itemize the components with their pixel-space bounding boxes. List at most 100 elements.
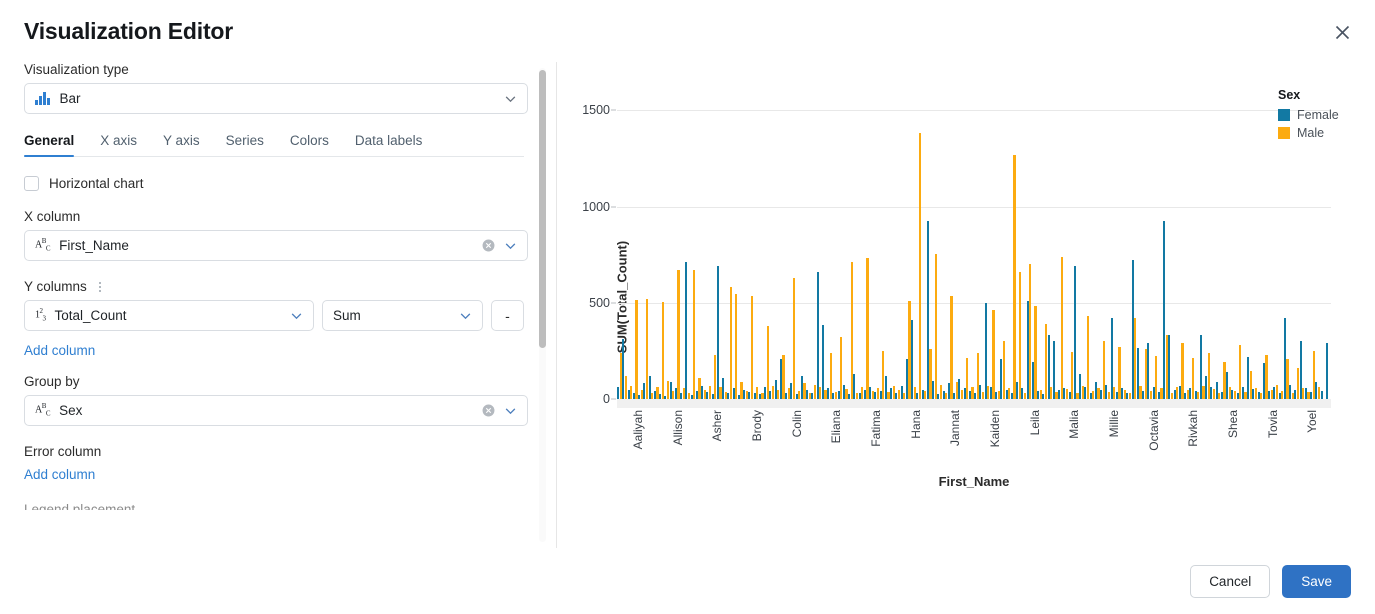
chart-bar[interactable] [992,310,994,400]
y-columns-drag-handle[interactable] [99,282,101,292]
horizontal-chart-checkbox[interactable] [24,176,39,191]
chart-bar[interactable] [693,270,695,399]
y-tick-mark [611,206,616,207]
remove-y-column-button[interactable]: - [491,300,524,331]
x-tick-label: Millie [1107,410,1121,437]
legend-label-male: Male [1297,126,1324,140]
chart-bar[interactable] [1053,341,1055,399]
chart-bar[interactable] [1061,257,1063,399]
legend-swatch-female [1278,109,1290,121]
chart-bar[interactable] [935,254,937,399]
chart-legend: Sex Female Male [1278,88,1339,144]
visualization-type-value: Bar [60,91,505,106]
group-by-value: Sex [59,403,482,418]
chart-bar[interactable] [717,266,719,399]
chart-bar[interactable] [1074,266,1076,399]
chart-bar[interactable] [822,325,824,399]
text-column-icon: ABC [35,403,50,417]
chevron-down-icon [504,239,517,252]
x-column-label: X column [24,209,524,224]
tab-y-axis[interactable]: Y axis [163,133,200,156]
y-columns-label: Y columns [24,279,87,294]
chart-bar[interactable] [817,272,819,399]
chart-bar[interactable] [793,278,795,399]
close-glyph [1335,25,1350,40]
chart-bar[interactable] [735,294,737,399]
chart-bar[interactable] [866,258,868,399]
chart-bar[interactable] [635,300,637,399]
chart-bar[interactable] [919,133,921,399]
add-error-column-link[interactable]: Add column [24,467,95,482]
x-tick-label: Tovia [1266,410,1280,438]
chart-bar[interactable] [1168,335,1170,399]
chart-bar[interactable] [677,270,679,399]
x-column-section: X column ABC First_Name [24,209,524,261]
clear-icon[interactable] [482,239,495,252]
x-tick-label: Jannat [948,410,962,446]
chart-bar[interactable] [685,262,687,399]
chart-bar[interactable] [1013,155,1015,399]
y-column-select[interactable]: 123 Total_Count [24,300,314,331]
y-tick-mark [611,302,616,303]
chart-bar[interactable] [1087,316,1089,399]
tab-general[interactable]: General [24,133,74,156]
chart-bar[interactable] [1019,272,1021,399]
x-tick-label: Yoel [1305,410,1319,433]
chart-bar[interactable] [662,302,664,399]
x-tick-label: Malia [1067,410,1081,439]
horizontal-chart-label: Horizontal chart [49,176,144,191]
x-column-select[interactable]: ABC First_Name [24,230,528,261]
visualization-type-label: Visualization type [24,62,524,77]
chart-x-tick-labels: AaliyahAllisonAsherBrodyColinElianaFatim… [617,410,1331,470]
legend-item-male[interactable]: Male [1278,126,1339,140]
chart-bar[interactable] [730,287,732,399]
visualization-type-select[interactable]: Bar [24,83,528,114]
group-by-select[interactable]: ABC Sex [24,395,528,426]
settings-scrollbar-thumb[interactable] [539,70,546,348]
legend-swatch-male [1278,127,1290,139]
y-tick-label: 1500 [582,103,610,117]
error-column-section: Error column Add column [24,444,524,484]
chart-bar[interactable] [830,353,832,399]
tab-data-labels[interactable]: Data labels [355,133,423,156]
chart-bar[interactable] [950,296,952,399]
y-tick-label: 500 [589,296,610,310]
x-tick-label: Aaliyah [631,410,645,449]
chart-x-axis-label: First_Name [617,474,1331,489]
close-icon[interactable] [1329,19,1355,45]
y-tick-label: 1000 [582,200,610,214]
save-button[interactable]: Save [1282,565,1351,598]
chart-bar[interactable] [1326,343,1328,399]
tab-x-axis[interactable]: X axis [100,133,137,156]
chart-bar[interactable] [1181,343,1183,399]
x-tick-label: Octavia [1147,410,1161,451]
visualization-type-section: Visualization type Bar [24,62,524,114]
y-aggregate-select[interactable]: Sum [322,300,483,331]
chart-bar[interactable] [1034,306,1036,399]
y-columns-section: Y columns 123 Total_Count [24,279,524,360]
y-tick-mark [611,110,616,111]
page-title: Visualization Editor [24,18,233,45]
chevron-down-icon [290,309,303,322]
legend-placement-label-cutoff: Legend placement [24,502,524,510]
chart-bar[interactable] [1321,391,1323,399]
y-tick-mark [611,399,616,400]
x-tick-label: Asher [710,410,724,441]
x-tick-label: Fatima [869,410,883,447]
number-column-icon: 123 [35,308,46,322]
horizontal-chart-checkbox-row[interactable]: Horizontal chart [24,176,524,191]
x-tick-label: Leila [1028,410,1042,435]
chart-bar[interactable] [767,326,769,399]
chart-preview-panel: SUM(Total_Count) 050010001500 AaliyahAll… [556,62,1375,548]
chart-bar[interactable] [751,296,753,399]
add-y-column-link[interactable]: Add column [24,343,95,358]
cancel-button[interactable]: Cancel [1190,565,1270,598]
x-tick-label: Kaiden [988,410,1002,447]
tab-series[interactable]: Series [226,133,264,156]
dialog-footer: Cancel Save [0,548,1375,614]
x-tick-label: Colin [790,410,804,437]
clear-icon[interactable] [482,404,495,417]
chart-bars [617,91,1331,399]
tab-colors[interactable]: Colors [290,133,329,156]
legend-item-female[interactable]: Female [1278,108,1339,122]
